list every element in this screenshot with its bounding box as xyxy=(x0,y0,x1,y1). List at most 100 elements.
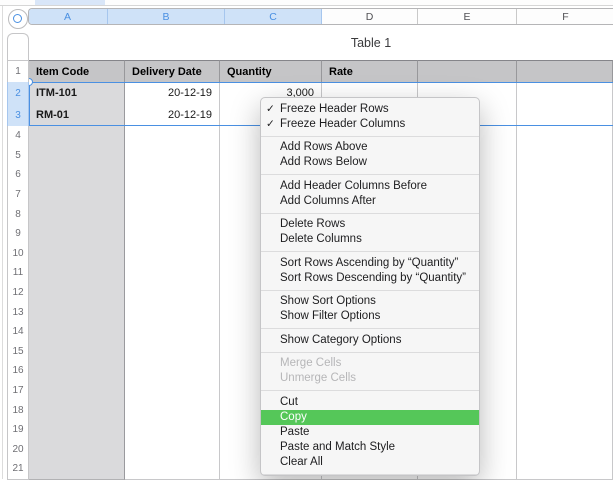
cell-a21[interactable] xyxy=(29,459,125,480)
cell-a6[interactable] xyxy=(29,165,125,186)
column-header-c[interactable]: C xyxy=(225,9,322,24)
cell-b7[interactable] xyxy=(125,185,220,206)
row-header-19[interactable]: 19 xyxy=(7,420,29,441)
row-header-18[interactable]: 18 xyxy=(7,400,29,421)
menu-item-delete-columns[interactable]: Delete Columns xyxy=(261,232,479,247)
cell-c1[interactable]: Quantity xyxy=(220,60,322,83)
cell-f13[interactable] xyxy=(517,302,613,323)
cell-b11[interactable] xyxy=(125,263,220,284)
cell-b14[interactable] xyxy=(125,322,220,343)
menu-item-copy[interactable]: Copy xyxy=(261,410,479,425)
menu-item-paste[interactable]: Paste xyxy=(261,425,479,440)
row-header-5[interactable]: 5 xyxy=(7,146,29,167)
menu-item-delete-rows[interactable]: Delete Rows xyxy=(261,217,479,232)
cell-b10[interactable] xyxy=(125,244,220,265)
cell-b19[interactable] xyxy=(125,420,220,441)
menu-item-add-header-columns-before[interactable]: Add Header Columns Before xyxy=(261,179,479,194)
cell-d1[interactable]: Rate xyxy=(322,60,418,83)
cell-b1[interactable]: Delivery Date xyxy=(125,60,220,83)
table-title[interactable]: Table 1 xyxy=(300,36,442,50)
cell-e1[interactable] xyxy=(418,60,517,83)
cell-f5[interactable] xyxy=(517,146,613,167)
cell-b17[interactable] xyxy=(125,381,220,402)
cell-a1[interactable]: Item Code xyxy=(29,60,125,83)
cell-a11[interactable] xyxy=(29,263,125,284)
row-header-3[interactable]: 3 xyxy=(7,104,29,127)
cell-a9[interactable] xyxy=(29,224,125,245)
cell-b13[interactable] xyxy=(125,302,220,323)
menu-item-clear-all[interactable]: Clear All xyxy=(261,455,479,470)
row-header-13[interactable]: 13 xyxy=(7,302,29,323)
cell-f6[interactable] xyxy=(517,165,613,186)
row-header-20[interactable]: 20 xyxy=(7,440,29,461)
cell-a10[interactable] xyxy=(29,244,125,265)
cell-a5[interactable] xyxy=(29,146,125,167)
cell-b4[interactable] xyxy=(125,126,220,147)
cell-f9[interactable] xyxy=(517,224,613,245)
column-header-a[interactable]: A xyxy=(28,9,108,24)
row-header-8[interactable]: 8 xyxy=(7,204,29,225)
cell-f19[interactable] xyxy=(517,420,613,441)
cell-f8[interactable] xyxy=(517,204,613,225)
row-header-6[interactable]: 6 xyxy=(7,165,29,186)
cell-f16[interactable] xyxy=(517,361,613,382)
cell-f11[interactable] xyxy=(517,263,613,284)
column-header-d[interactable]: D xyxy=(322,9,418,24)
cell-a20[interactable] xyxy=(29,440,125,461)
menu-item-add-rows-below[interactable]: Add Rows Below xyxy=(261,155,479,170)
cell-f21[interactable] xyxy=(517,459,613,480)
cell-a15[interactable] xyxy=(29,342,125,363)
cell-b16[interactable] xyxy=(125,361,220,382)
cell-a7[interactable] xyxy=(29,185,125,206)
menu-item-freeze-header-columns[interactable]: ✓Freeze Header Columns xyxy=(261,117,479,132)
cell-f17[interactable] xyxy=(517,381,613,402)
cell-f1[interactable] xyxy=(517,60,613,83)
column-header-f[interactable]: F xyxy=(517,9,613,24)
cell-f18[interactable] xyxy=(517,400,613,421)
cell-a13[interactable] xyxy=(29,302,125,323)
cell-a4[interactable] xyxy=(29,126,125,147)
row-header-21[interactable]: 21 xyxy=(7,459,29,480)
row-header-2[interactable]: 2 xyxy=(7,82,29,105)
cell-b5[interactable] xyxy=(125,146,220,167)
cell-f15[interactable] xyxy=(517,342,613,363)
row-header-17[interactable]: 17 xyxy=(7,381,29,402)
menu-item-show-filter-options[interactable]: Show Filter Options xyxy=(261,309,479,324)
cell-b18[interactable] xyxy=(125,400,220,421)
row-header-9[interactable]: 9 xyxy=(7,224,29,245)
row-header-16[interactable]: 16 xyxy=(7,361,29,382)
cell-a19[interactable] xyxy=(29,420,125,441)
row-header-7[interactable]: 7 xyxy=(7,185,29,206)
menu-item-show-sort-options[interactable]: Show Sort Options xyxy=(261,294,479,309)
cell-b8[interactable] xyxy=(125,204,220,225)
row-header-12[interactable]: 12 xyxy=(7,283,29,304)
cell-a12[interactable] xyxy=(29,283,125,304)
row-header-14[interactable]: 14 xyxy=(7,322,29,343)
column-header-b[interactable]: B xyxy=(108,9,225,24)
cell-a16[interactable] xyxy=(29,361,125,382)
cell-a18[interactable] xyxy=(29,400,125,421)
cell-b15[interactable] xyxy=(125,342,220,363)
cell-a17[interactable] xyxy=(29,381,125,402)
menu-item-sort-rows-descending-by-quantity[interactable]: Sort Rows Descending by “Quantity” xyxy=(261,271,479,286)
menu-item-cut[interactable]: Cut xyxy=(261,395,479,410)
cell-b6[interactable] xyxy=(125,165,220,186)
cell-b9[interactable] xyxy=(125,224,220,245)
cell-f12[interactable] xyxy=(517,283,613,304)
row-header-10[interactable]: 10 xyxy=(7,244,29,265)
menu-item-show-category-options[interactable]: Show Category Options xyxy=(261,333,479,348)
row-header-1[interactable]: 1 xyxy=(7,60,29,83)
column-header-e[interactable]: E xyxy=(418,9,517,24)
row-header-15[interactable]: 15 xyxy=(7,342,29,363)
menu-item-sort-rows-ascending-by-quantity[interactable]: Sort Rows Ascending by “Quantity” xyxy=(261,256,479,271)
table-select-all-handle-icon[interactable] xyxy=(8,9,28,29)
menu-item-freeze-header-rows[interactable]: ✓Freeze Header Rows xyxy=(261,102,479,117)
cell-f7[interactable] xyxy=(517,185,613,206)
cell-b21[interactable] xyxy=(125,459,220,480)
row-header-4[interactable]: 4 xyxy=(7,126,29,147)
menu-item-paste-and-match-style[interactable]: Paste and Match Style xyxy=(261,440,479,455)
cell-a8[interactable] xyxy=(29,204,125,225)
cell-f10[interactable] xyxy=(517,244,613,265)
cell-b20[interactable] xyxy=(125,440,220,461)
row-header-11[interactable]: 11 xyxy=(7,263,29,284)
